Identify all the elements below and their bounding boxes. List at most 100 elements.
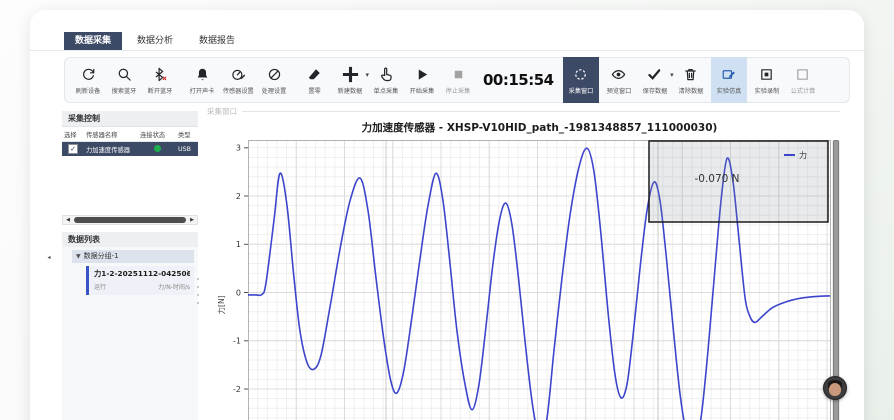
disconnect-bluetooth-button[interactable]: 断开蓝牙 bbox=[143, 59, 177, 101]
status-dot-icon bbox=[154, 145, 161, 152]
play-icon bbox=[415, 66, 430, 83]
scroll-right-arrow-icon[interactable]: ▶ bbox=[187, 217, 197, 223]
data-list-panel: 数据列表 ▼ 数据分组-1 力1-2-20251112-042506 ⋮ 运行 … bbox=[62, 232, 198, 420]
svg-text:-2: -2 bbox=[233, 385, 241, 394]
trash-icon bbox=[683, 66, 698, 83]
plus-icon bbox=[341, 66, 360, 83]
toolbar-button-label: 保存数据 bbox=[642, 85, 667, 95]
tab-separator bbox=[30, 50, 864, 51]
sensor-checkbox[interactable]: ✓ bbox=[68, 144, 78, 154]
svg-text:2: 2 bbox=[236, 192, 241, 201]
toolbar: 刷新设备 搜索蓝牙断开蓝牙打开声卡传感器设置处理设置 置零 新建数据▾ 单点采集 开始采集… bbox=[64, 57, 850, 103]
gauge-edit-icon bbox=[231, 66, 246, 83]
tab-analyze[interactable]: 数据分析 bbox=[126, 32, 184, 50]
experiment-record-button[interactable]: 实验录制 bbox=[750, 59, 784, 101]
toolbar-button-label: 置零 bbox=[308, 85, 320, 95]
scrollbar-thumb[interactable] bbox=[74, 217, 186, 223]
refresh-icon bbox=[81, 66, 96, 83]
clear-data-button[interactable]: 清除数据 bbox=[674, 59, 708, 101]
toolbar-button-label: 实验录制 bbox=[754, 85, 779, 95]
assistant-avatar-icon[interactable] bbox=[823, 376, 847, 400]
data-item-card[interactable]: 力1-2-20251112-042506 ⋮ 运行 力/N-时间/s bbox=[86, 266, 194, 295]
hand-icon bbox=[379, 66, 394, 83]
zero-button[interactable]: 置零 bbox=[297, 59, 331, 101]
groupbox-line bbox=[242, 111, 840, 112]
selection-value-label: -0.070 N bbox=[694, 173, 739, 185]
toolbar-button-label: 清除数据 bbox=[678, 85, 703, 95]
eye-icon bbox=[611, 66, 626, 83]
sensor-column-header: 选择 bbox=[62, 127, 84, 142]
chart-plot[interactable]: 3210-1-2力[N]-0.070 N力 bbox=[248, 140, 831, 420]
toolbar-button-label: 单点采集 bbox=[374, 85, 399, 95]
collect-timer: 00:15:54 bbox=[477, 71, 560, 89]
sensor-table: 选择传感器名称连接状态类型 ✓力加速度传感器USB bbox=[62, 127, 198, 156]
svg-text:0: 0 bbox=[236, 288, 241, 297]
toolbar-button-label: 处理设置 bbox=[262, 85, 287, 95]
toolbar-button-label: 开始采集 bbox=[410, 85, 435, 95]
collect-window-button[interactable]: 采集窗口 bbox=[563, 57, 599, 103]
app-window: 数据采集数据分析数据报告 刷新设备 搜索蓝牙断开蓝牙打开声卡传感器设置处理设置 置零… bbox=[30, 10, 864, 420]
process-settings-button[interactable]: 处理设置 bbox=[257, 59, 291, 101]
data-item-axes: 力/N-时间/s bbox=[158, 282, 190, 291]
collect-control-header: 采集控制 bbox=[62, 111, 198, 127]
app-screenshot: 数据采集数据分析数据报告 刷新设备 搜索蓝牙断开蓝牙打开声卡传感器设置处理设置 置零… bbox=[0, 0, 894, 420]
data-item-status: 运行 bbox=[94, 282, 106, 291]
sidebar-collapse-handle[interactable]: ◂ bbox=[44, 250, 54, 264]
data-list-body: ▼ 数据分组-1 力1-2-20251112-042506 ⋮ 运行 力/N-时… bbox=[62, 247, 198, 420]
data-list-header: 数据列表 bbox=[62, 232, 198, 248]
eraser-icon bbox=[307, 66, 322, 83]
toolbar-button-label: 刷新设备 bbox=[76, 85, 101, 95]
toolbar-button-label: 搜索蓝牙 bbox=[112, 85, 137, 95]
toolbar-button-label: 公式计算 bbox=[790, 85, 815, 95]
sensor-settings-button[interactable]: 传感器设置 bbox=[221, 59, 255, 101]
svg-text:1: 1 bbox=[236, 240, 241, 249]
legend-label: 力 bbox=[799, 150, 807, 160]
toolbar-button-label: 新建数据 bbox=[338, 85, 363, 95]
save-data-button[interactable]: 保存数据▾ bbox=[638, 59, 672, 101]
check-icon bbox=[647, 66, 662, 83]
square-icon bbox=[795, 66, 810, 83]
sensor-name: 力加速度传感器 bbox=[84, 142, 138, 157]
open-soundcard-button[interactable]: 打开声卡 bbox=[185, 59, 219, 101]
sensor-column-header: 传感器名称 bbox=[84, 127, 138, 142]
refresh-device-button[interactable]: 刷新设备 bbox=[71, 59, 105, 101]
toolbar-button-label: 实验仿真 bbox=[716, 85, 741, 95]
start-collect-button[interactable]: 开始采集 bbox=[405, 59, 439, 101]
bell-icon bbox=[195, 66, 210, 83]
chart-panel: 采集窗口 力加速度传感器 - XHSP-V10HID_path_-1981348… bbox=[202, 106, 846, 420]
toolbar-button-label: 采集窗口 bbox=[568, 85, 593, 95]
sidebar-horizontal-scrollbar[interactable]: ◀ ▶ bbox=[62, 215, 198, 225]
tab-collect[interactable]: 数据采集 bbox=[64, 32, 122, 50]
bt-off-icon bbox=[153, 66, 168, 83]
svg-text:力[N]: 力[N] bbox=[216, 295, 226, 314]
sidebar: 采集控制 选择传感器名称连接状态类型 ✓力加速度传感器USB ◀ ▶ 数据列表 … bbox=[62, 111, 198, 420]
tab-report[interactable]: 数据报告 bbox=[188, 32, 246, 50]
preview-window-button[interactable]: 预览窗口 bbox=[602, 59, 636, 101]
sensor-row[interactable]: ✓ 力加速度传感器 USB bbox=[62, 142, 198, 157]
new-data-button[interactable]: 新建数据▾ bbox=[333, 59, 367, 101]
toolbar-button-label: 预览窗口 bbox=[606, 85, 631, 95]
toolbar-button-label: 停止采集 bbox=[446, 85, 471, 95]
data-item-title: 力1-2-20251112-042506 bbox=[94, 269, 190, 279]
sensor-type: USB bbox=[176, 142, 198, 157]
chart-title: 力加速度传感器 - XHSP-V10HID_path_-1981348857_1… bbox=[248, 120, 831, 135]
stop-collect-button[interactable]: 停止采集 bbox=[441, 59, 475, 101]
dashed-circle-icon bbox=[573, 66, 588, 83]
kebab-menu-icon[interactable]: ⋮ bbox=[184, 269, 191, 277]
svg-text:3: 3 bbox=[236, 144, 241, 153]
data-group-row[interactable]: ▼ 数据分组-1 bbox=[72, 250, 194, 263]
scroll-left-arrow-icon[interactable]: ◀ bbox=[63, 217, 73, 223]
formula-calc-button[interactable]: 公式计算 bbox=[786, 59, 820, 101]
svg-text:-1: -1 bbox=[233, 337, 241, 346]
experiment-simulate-button[interactable]: 实验仿真 bbox=[711, 57, 747, 103]
single-point-collect-button[interactable]: 单点采集 bbox=[369, 59, 403, 101]
splitter-grip[interactable] bbox=[196, 278, 200, 304]
sensor-column-header: 类型 bbox=[176, 127, 198, 142]
search-bluetooth-button[interactable]: 搜索蓝牙 bbox=[107, 59, 141, 101]
data-group-label: 数据分组-1 bbox=[84, 250, 119, 263]
pen-square-icon bbox=[721, 66, 736, 83]
chevron-down-icon[interactable]: ▼ bbox=[76, 250, 81, 263]
toolbar-button-label: 打开声卡 bbox=[190, 85, 215, 95]
record-square-icon bbox=[759, 66, 774, 83]
toolbar-button-label: 传感器设置 bbox=[223, 85, 254, 95]
